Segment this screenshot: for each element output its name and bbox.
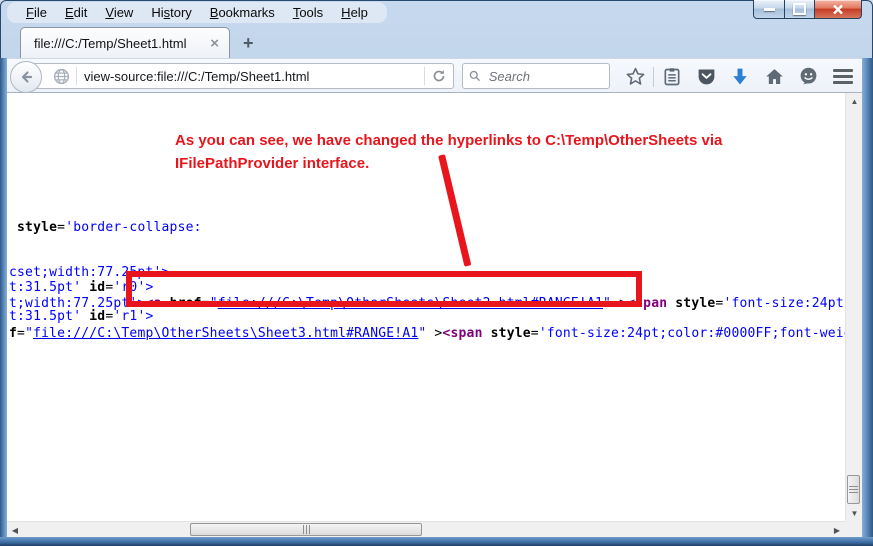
chat-smiley-icon [798,66,819,87]
url-separator [76,67,77,85]
scroll-up-icon: ▲ [851,97,859,106]
tab-bar: file:///C:/Temp/Sheet1.html × + [0,26,873,58]
horizontal-scrollbar[interactable]: ◀ ▶ [7,521,845,537]
close-button[interactable] [815,0,862,19]
menu-help[interactable]: Help [332,3,377,22]
downloads-button[interactable] [723,67,757,87]
maximize-button[interactable] [785,0,815,19]
toolbar-separator [653,67,654,87]
menu-hamburger-button[interactable] [833,69,853,84]
globe-icon [53,68,70,85]
window-controls [753,0,862,19]
maximize-icon [793,3,806,15]
search-box[interactable] [462,63,610,89]
menu-edit[interactable]: Edit [56,3,96,22]
clipboard-icon [662,67,682,87]
thumb-grip [849,486,858,493]
tab-sheet1[interactable]: file:///C:/Temp/Sheet1.html × [20,27,230,58]
scroll-up-button[interactable]: ▲ [846,93,863,109]
home-icon [764,66,785,87]
highlight-rectangle [126,271,642,307]
source-link-sheet3[interactable]: file:///C:\Temp\OtherSheets\Sheet3.html#… [33,326,418,341]
scroll-left-icon: ◀ [12,526,18,535]
scroll-right-button[interactable]: ▶ [829,522,845,538]
menu-tools[interactable]: Tools [284,3,332,22]
horizontal-scroll-thumb[interactable] [190,523,422,536]
view-source-content: As you can see, we have changed the hype… [7,93,862,521]
pocket-icon [696,66,717,87]
toolbar-icons [618,59,865,94]
menu-file[interactable]: File [17,3,56,22]
thumb-grip [303,525,310,534]
bookmark-star-button[interactable] [618,66,652,87]
url-text[interactable]: view-source:file:///C:/Temp/Sheet1.html [84,69,424,84]
annotation-text: As you can see, we have changed the hype… [175,129,722,175]
titlebar: File Edit View History Bookmarks Tools H… [0,0,873,26]
minimize-button[interactable] [753,0,785,19]
menu-bookmarks[interactable]: Bookmarks [201,3,284,22]
scroll-down-icon: ▼ [851,509,859,518]
pocket-button[interactable] [689,66,723,87]
new-tab-button[interactable]: + [243,34,254,52]
source-line: style='border-collapse: [9,220,202,236]
menu-bar: File Edit View History Bookmarks Tools H… [7,2,387,23]
scrollbar-corner [845,521,862,537]
minimize-icon [764,8,775,11]
tab-title: file:///C:/Temp/Sheet1.html [34,36,208,51]
url-bar[interactable]: view-source:file:///C:/Temp/Sheet1.html [26,63,454,89]
tab-close-icon[interactable]: × [208,36,221,51]
source-line: f="file:///C:\Temp\OtherSheets\Sheet3.ht… [9,326,860,342]
vertical-scroll-thumb[interactable] [847,475,860,504]
window-border-right [862,58,873,546]
menu-history[interactable]: History [142,3,200,22]
scroll-left-button[interactable]: ◀ [7,522,23,538]
search-icon [469,69,481,83]
star-icon [625,66,646,87]
scroll-down-button[interactable]: ▼ [846,505,863,521]
back-button[interactable] [10,61,42,93]
annotation-line1: As you can see, we have changed the hype… [175,129,722,152]
reload-button[interactable] [424,67,453,85]
close-icon [832,4,844,15]
menu-view[interactable]: View [96,3,142,22]
browser-window: File Edit View History Bookmarks Tools H… [0,0,873,546]
scroll-right-icon: ▶ [834,526,840,535]
reload-icon [432,69,446,83]
download-arrow-icon [730,67,750,87]
hello-chat-button[interactable] [791,66,825,87]
source-line: t:31.5pt' id='r1'> [9,309,154,325]
hamburger-icon [833,69,853,72]
navigation-bar: view-source:file:///C:/Temp/Sheet1.html [2,58,871,93]
window-border-bottom [0,537,873,546]
window-border-left [0,58,7,546]
vertical-scrollbar[interactable]: ▲ ▼ [845,93,862,521]
search-input[interactable] [487,68,603,85]
home-button[interactable] [757,66,791,87]
bookmarks-menu-button[interactable] [655,67,689,87]
back-arrow-icon [18,69,34,85]
